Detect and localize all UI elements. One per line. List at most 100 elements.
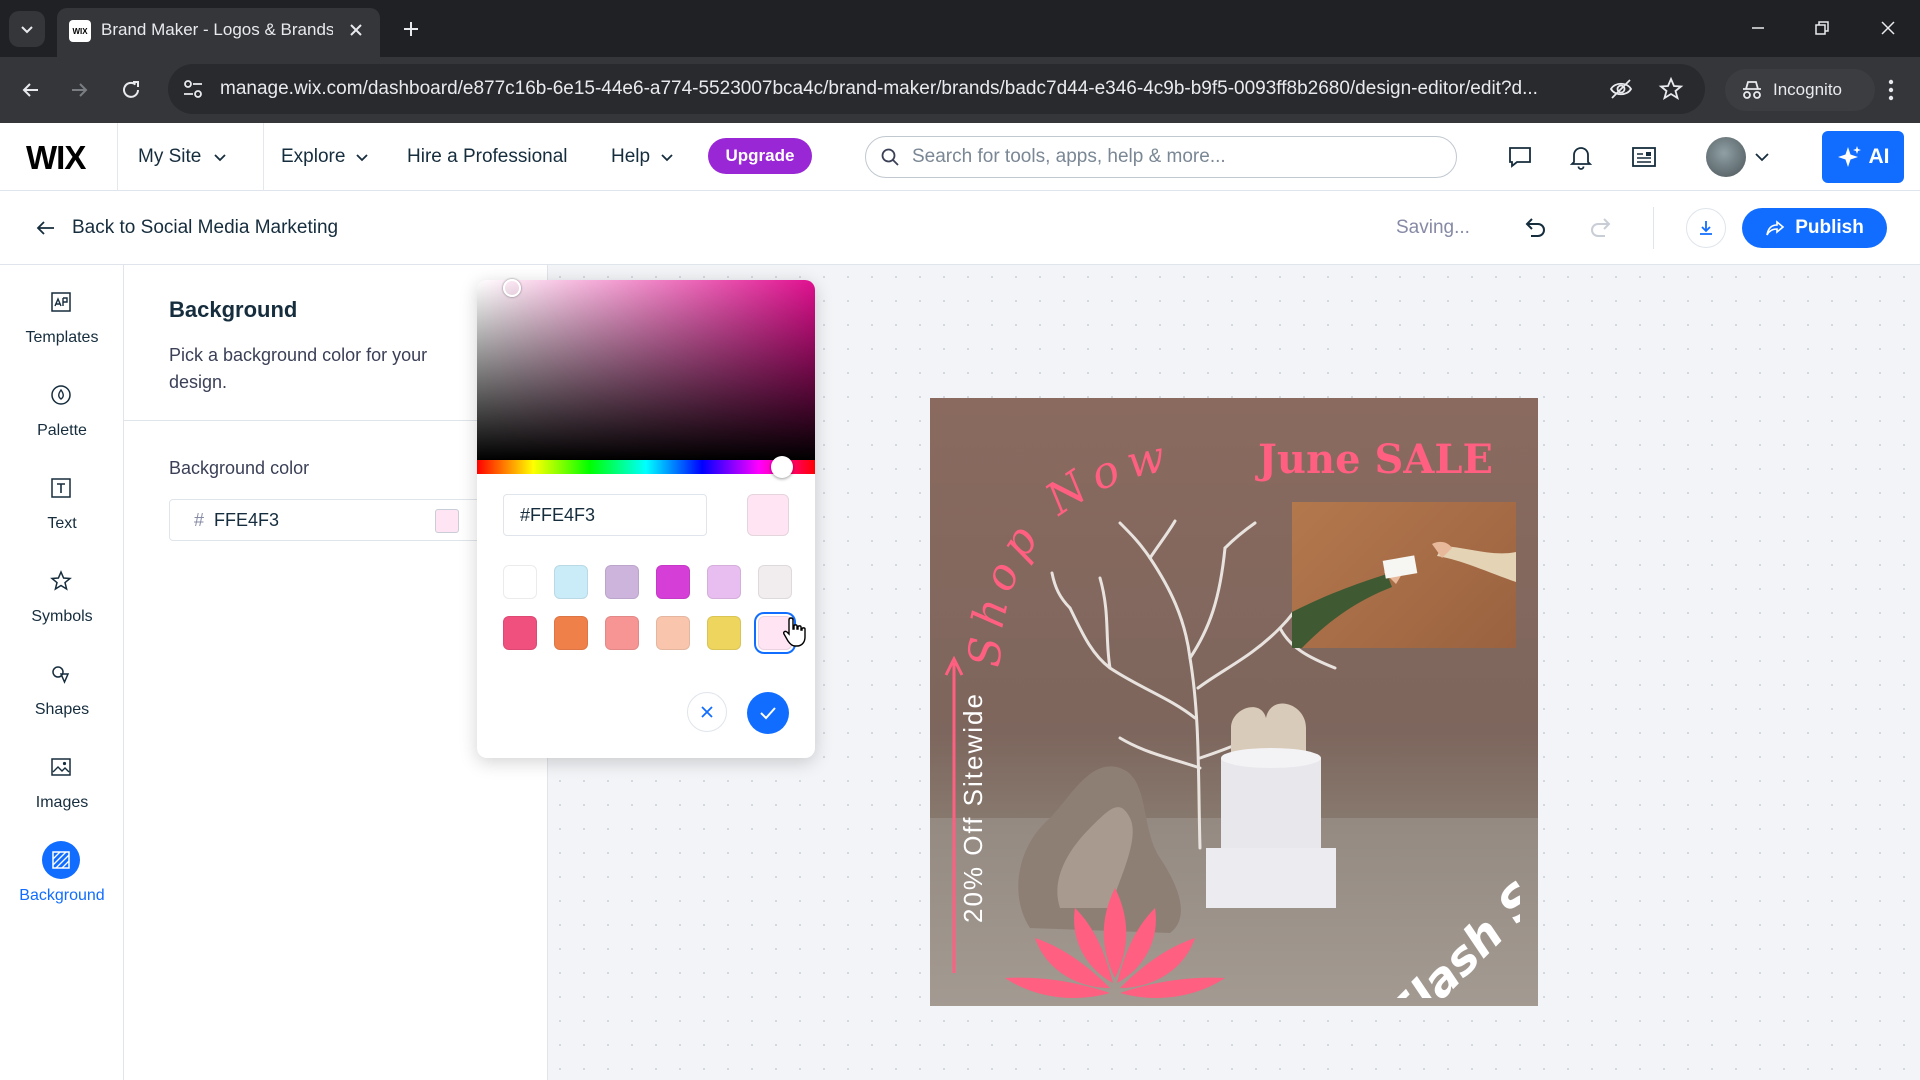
forward-button[interactable]: [62, 73, 96, 107]
close-window-button[interactable]: [1868, 12, 1908, 44]
cancel-button[interactable]: [687, 692, 727, 732]
nav-help-label: Help: [611, 146, 651, 167]
lotus-decoration: [1005, 888, 1225, 998]
rail-label: Text: [47, 515, 77, 532]
close-icon: [1881, 21, 1895, 35]
rail-item-symbols[interactable]: Symbols: [0, 562, 124, 654]
june-sale-heading[interactable]: June SALE: [1258, 436, 1493, 483]
incognito-label: Incognito: [1773, 80, 1842, 99]
restore-icon: [1815, 21, 1829, 35]
notifications-button[interactable]: [1567, 143, 1595, 171]
background-color-label: Background color: [169, 458, 310, 478]
bell-icon: [1569, 147, 1593, 170]
bookmark-star-icon[interactable]: [1658, 76, 1684, 102]
save-status: Saving...: [1396, 217, 1470, 238]
tab-close-button[interactable]: [344, 18, 368, 42]
redo-icon[interactable]: [1586, 213, 1616, 243]
back-link-label: Back to Social Media Marketing: [72, 217, 339, 238]
color-swatch[interactable]: [605, 565, 639, 599]
color-swatch[interactable]: [554, 565, 588, 599]
download-button[interactable]: [1686, 208, 1726, 248]
nav-hire-professional[interactable]: Hire a Professional: [407, 123, 568, 191]
hex-color-input[interactable]: [503, 494, 707, 536]
ai-label: AI: [1868, 145, 1890, 168]
color-swatch[interactable]: [707, 616, 741, 650]
rail-item-shapes[interactable]: Shapes: [0, 655, 124, 747]
current-color-swatch[interactable]: [435, 509, 459, 533]
search-input[interactable]: Search for tools, apps, help & more...: [865, 136, 1457, 178]
arrow-left-icon: [36, 221, 54, 235]
rail-item-templates[interactable]: Templates: [0, 283, 124, 375]
back-button[interactable]: [14, 73, 48, 107]
eye-off-icon[interactable]: [1608, 76, 1634, 102]
hands-card-image: [1292, 541, 1516, 648]
browser-menu-button[interactable]: [1876, 75, 1906, 105]
minimize-button[interactable]: [1738, 12, 1778, 44]
undo-icon[interactable]: [1520, 213, 1550, 243]
publish-button[interactable]: Publish: [1742, 208, 1887, 248]
svg-text:Shop Now: Shop Now: [960, 438, 1177, 669]
browser-tab-active[interactable]: WIX Brand Maker - Logos & Brands: [57, 8, 380, 57]
avatar[interactable]: [1706, 137, 1746, 177]
restore-button[interactable]: [1802, 12, 1842, 44]
color-swatch[interactable]: [656, 565, 690, 599]
flash-sale-text[interactable]: Flash Sale: [1310, 788, 1520, 998]
divider: [263, 123, 264, 191]
arrow-right-icon: [72, 83, 88, 97]
shop-now-text[interactable]: Shop Now: [960, 438, 1220, 678]
new-tab-button[interactable]: [396, 14, 426, 44]
rail-label: Symbols: [31, 608, 93, 625]
site-info-button[interactable]: [180, 77, 206, 101]
color-swatch[interactable]: [656, 616, 690, 650]
rail-item-palette[interactable]: Palette: [0, 376, 124, 468]
shapes-icon: [42, 655, 80, 693]
search-placeholder: Search for tools, apps, help & more...: [912, 146, 1226, 167]
chevron-down-icon: [21, 26, 33, 34]
browser-tab-bar: WIX Brand Maker - Logos & Brands: [0, 0, 1920, 57]
nav-explore[interactable]: Explore: [281, 123, 369, 191]
id-card-icon: [1632, 147, 1656, 167]
flash-sale-label: Flash Sale: [1378, 816, 1520, 998]
url-text[interactable]: manage.wix.com/dashboard/e877c16b-6e15-4…: [220, 78, 1580, 100]
saturation-area[interactable]: [477, 279, 815, 460]
hex-value[interactable]: FFE4F3: [214, 510, 279, 531]
tab-list-button[interactable]: [9, 11, 45, 47]
photo-inset[interactable]: [1292, 502, 1516, 648]
reload-icon: [123, 81, 139, 98]
chevron-down-icon[interactable]: [1752, 147, 1772, 167]
ai-assistant-button[interactable]: AI: [1822, 131, 1904, 183]
rail-item-text[interactable]: Text: [0, 469, 124, 561]
rail-label: Templates: [25, 329, 99, 346]
close-icon: [701, 706, 713, 718]
hand-pointer-icon: [783, 617, 806, 647]
background-icon: [42, 841, 80, 879]
plus-icon: [404, 22, 418, 36]
color-swatch[interactable]: [707, 565, 741, 599]
incognito-icon: [1743, 81, 1761, 99]
hue-slider-handle[interactable]: [771, 456, 793, 478]
background-color-field[interactable]: # FFE4F3: [169, 499, 499, 541]
saturation-handle[interactable]: [503, 279, 521, 297]
address-bar[interactable]: manage.wix.com/dashboard/e877c16b-6e15-4…: [168, 64, 1705, 114]
design-artboard[interactable]: Shop Now June SALE 20% Off Sitewide Flas…: [930, 398, 1538, 1006]
color-swatch[interactable]: [503, 565, 537, 599]
color-swatch[interactable]: [758, 565, 792, 599]
rail-item-images[interactable]: Images: [0, 748, 124, 840]
incognito-badge[interactable]: Incognito: [1725, 69, 1875, 111]
upgrade-button[interactable]: Upgrade: [708, 138, 812, 174]
hue-slider[interactable]: [477, 460, 815, 474]
chevron-down-icon: [356, 154, 369, 162]
messages-button[interactable]: [1506, 143, 1534, 171]
site-selector[interactable]: My Site: [118, 123, 263, 191]
business-card-button[interactable]: [1630, 143, 1658, 171]
rail-item-background[interactable]: Background: [0, 841, 124, 933]
color-swatch[interactable]: [503, 616, 537, 650]
back-link[interactable]: Back to Social Media Marketing: [36, 191, 338, 265]
color-swatch[interactable]: [554, 616, 588, 650]
confirm-button[interactable]: [747, 692, 789, 734]
wix-logo[interactable]: WIX: [26, 139, 86, 177]
nav-help[interactable]: Help: [611, 123, 674, 191]
panel-description: Pick a background color for your design.: [169, 345, 428, 392]
reload-button[interactable]: [114, 73, 148, 107]
color-swatch[interactable]: [605, 616, 639, 650]
